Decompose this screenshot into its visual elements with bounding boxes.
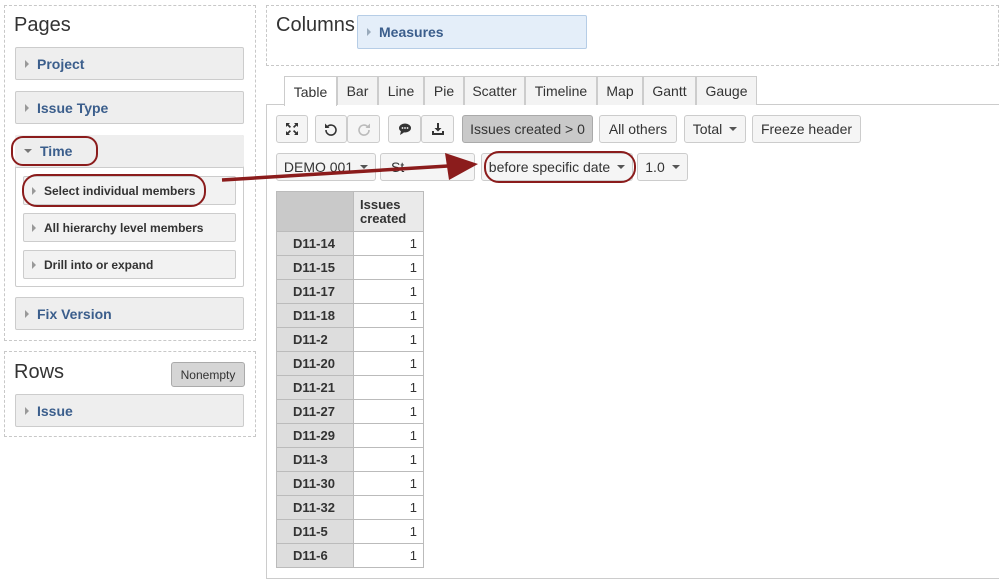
annotation-arrow (221, 153, 478, 182)
